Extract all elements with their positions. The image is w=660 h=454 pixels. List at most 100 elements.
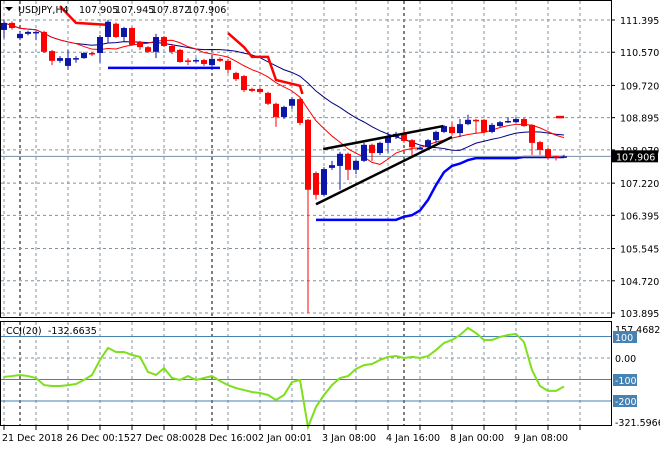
- candle-body: [529, 124, 535, 143]
- candle-body: [465, 119, 471, 125]
- candle-body: [273, 103, 279, 118]
- candle[interactable]: [265, 91, 271, 105]
- candle-body: [449, 126, 455, 134]
- candle-body: [241, 76, 247, 91]
- candle-body: [289, 99, 295, 106]
- candle[interactable]: [281, 105, 287, 120]
- y-tick-label: 103.895: [620, 309, 659, 320]
- y-tick-label: 107.220: [620, 179, 659, 190]
- candle[interactable]: [297, 97, 303, 126]
- candle-body: [361, 144, 367, 161]
- candle[interactable]: [241, 74, 247, 93]
- candle-body: [161, 36, 167, 46]
- close-value: 107.906: [187, 5, 226, 16]
- y-tick-label: 105.545: [620, 245, 659, 256]
- candle[interactable]: [377, 141, 383, 155]
- candle-body: [233, 72, 239, 80]
- x-tick-label: 27 Dec 08:00: [130, 433, 194, 444]
- candle-body: [473, 119, 479, 122]
- candle-body: [113, 23, 119, 37]
- cci-axis-label: 100: [615, 333, 633, 344]
- candle-body: [545, 149, 551, 157]
- candle-body: [481, 119, 487, 132]
- candle-body: [377, 142, 383, 154]
- candle-body: [217, 58, 223, 61]
- candle-body: [121, 28, 127, 37]
- candle-body: [169, 45, 175, 52]
- chart-header: USDJPY,H4 107.905 107.945 107.872 107.90…: [5, 5, 226, 16]
- candle[interactable]: [321, 167, 327, 197]
- candle-body: [41, 31, 47, 52]
- x-tick-label: 3 Jan 08:00: [322, 433, 376, 444]
- candle-body: [417, 147, 423, 150]
- candle-body: [81, 53, 87, 59]
- candle[interactable]: [129, 26, 135, 46]
- candle-body: [1, 22, 7, 30]
- candle-body: [457, 124, 463, 134]
- candle-body: [257, 88, 263, 93]
- candle-body: [265, 92, 271, 104]
- candle-body: [281, 106, 287, 118]
- candle-body: [105, 21, 111, 37]
- y-tick-label: 108.895: [620, 114, 659, 125]
- y-tick-label: 106.395: [620, 211, 659, 222]
- candle-body: [185, 60, 191, 62]
- candle[interactable]: [521, 117, 527, 127]
- y-tick-label: 104.720: [620, 277, 659, 288]
- candle-body: [9, 22, 15, 29]
- candle[interactable]: [177, 48, 183, 63]
- candle-body: [553, 156, 559, 158]
- cci-axis-label: -100: [615, 376, 637, 387]
- candle-body: [353, 160, 359, 170]
- candle[interactable]: [41, 30, 47, 54]
- candle-body: [65, 58, 71, 66]
- candle-body: [561, 156, 567, 158]
- candle-body: [73, 58, 79, 60]
- x-tick-label: 4 Jan 16:00: [386, 433, 440, 444]
- cci-axis-label: -321.5966: [615, 418, 660, 429]
- candle-body: [433, 131, 439, 141]
- candle-body: [489, 124, 495, 132]
- candle-body: [177, 49, 183, 63]
- candle[interactable]: [113, 22, 119, 39]
- candle-body: [145, 47, 151, 52]
- x-tick-label: 28 Dec 16:00: [194, 433, 258, 444]
- open-value: 107.905: [79, 5, 118, 16]
- candle-body: [409, 140, 415, 148]
- x-tick-label: 26 Dec 00:15: [66, 433, 130, 444]
- candle-body: [129, 28, 135, 45]
- candle-body: [209, 58, 215, 66]
- candle-body: [313, 172, 319, 195]
- candle-body: [137, 42, 143, 48]
- candle-body: [89, 53, 95, 55]
- cci-axis-label: -200: [615, 397, 637, 408]
- candle-body: [321, 169, 327, 195]
- candle-body: [249, 88, 255, 91]
- candle[interactable]: [161, 35, 167, 48]
- candle-body: [33, 31, 39, 34]
- candle-body: [521, 119, 527, 127]
- candle[interactable]: [361, 142, 367, 163]
- y-tick-label: 109.720: [620, 81, 659, 92]
- x-tick-label: 8 Jan 00:00: [450, 433, 504, 444]
- candle[interactable]: [481, 119, 487, 134]
- candle-body: [17, 33, 23, 39]
- candle-body: [297, 99, 303, 123]
- y-tick-label: 110.570: [620, 48, 659, 59]
- x-tick-label: 21 Dec 2018: [2, 433, 63, 444]
- candle-body: [57, 58, 63, 61]
- x-tick-label: 9 Jan 08:00: [514, 433, 568, 444]
- candle-body: [497, 122, 503, 127]
- candle-body: [537, 142, 543, 150]
- candle-body: [201, 60, 207, 64]
- low-value: 107.872: [151, 5, 190, 16]
- candle-body: [513, 119, 519, 123]
- candle-body: [97, 36, 103, 54]
- current-price-label: 107.906: [616, 152, 655, 163]
- candle-body: [193, 60, 199, 62]
- x-tick-label: 2 Jan 00:01: [258, 433, 312, 444]
- high-value: 107.945: [115, 5, 154, 16]
- y-tick-label: 111.395: [620, 16, 659, 27]
- cci-axis-label: 0.00: [615, 354, 636, 365]
- candle-body: [153, 36, 159, 52]
